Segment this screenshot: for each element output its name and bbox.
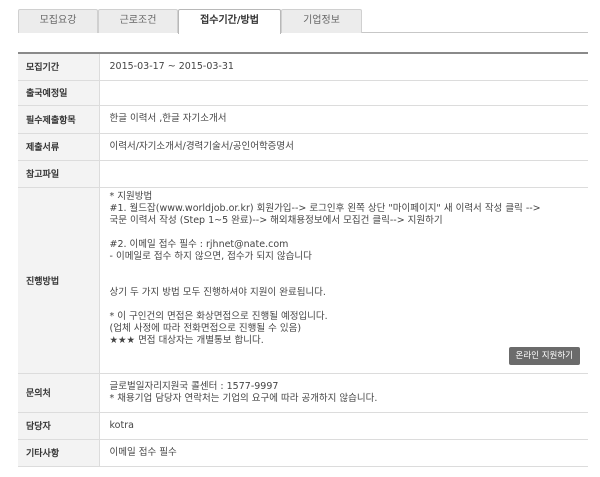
label-departure: 출국예정일 bbox=[18, 80, 100, 106]
row-period: 모집기간 2015-03-17 ~ 2015-03-31 bbox=[18, 53, 588, 81]
process-text: * 지원방법 #1. 월드잡(www.worldjob.or.kr) 회원가입-… bbox=[110, 188, 581, 373]
row-required-items: 필수제출항목 한글 이력서 ,한글 자기소개서 bbox=[18, 105, 588, 134]
row-reference-files: 참고파일 bbox=[18, 160, 588, 188]
contact-line: * 채용기업 담당자 연락처는 기업의 요구에 따라 공개하지 않습니다. bbox=[109, 392, 378, 404]
tab-working-conditions[interactable]: 근로조건 bbox=[98, 9, 178, 33]
label-etc: 기타사항 bbox=[18, 439, 100, 467]
row-documents: 제출서류 이력서/자기소개서/경력기술서/공인어학증명서 bbox=[18, 133, 588, 161]
label-period: 모집기간 bbox=[18, 53, 100, 81]
tab-recruitment[interactable]: 모집요강 bbox=[18, 9, 98, 33]
row-manager: 담당자 kotra bbox=[18, 412, 588, 440]
tab-company-info[interactable]: 기업정보 bbox=[281, 9, 362, 33]
value-manager: kotra bbox=[99, 412, 588, 440]
contact-line: 글로벌일자리지원국 콜센터 : 1577-9997 bbox=[109, 380, 279, 392]
tab-bar: 모집요강 근로조건 접수기간/방법 기업정보 bbox=[18, 9, 588, 34]
process-line bbox=[110, 263, 581, 275]
row-departure: 출국예정일 bbox=[18, 80, 588, 106]
value-period: 2015-03-17 ~ 2015-03-31 bbox=[99, 53, 588, 81]
process-line: ★★★ 면접 대상자는 개별통보 합니다. bbox=[109, 334, 264, 346]
online-apply-button[interactable]: 온라인 지원하기 bbox=[508, 346, 580, 365]
value-departure bbox=[99, 80, 588, 106]
row-etc: 기타사항 이메일 접수 필수 bbox=[18, 439, 588, 467]
process-line: #2. 이메일 접수 필수 : rjhnet@nate.com bbox=[109, 238, 289, 250]
process-line bbox=[110, 275, 581, 287]
row-contact: 문의처 글로벌일자리지원국 콜센터 : 1577-9997 * 채용기업 담당자… bbox=[18, 373, 588, 413]
process-line: (업체 사정에 따라 전화면접으로 진행될 수 있음) bbox=[109, 322, 302, 334]
label-contact: 문의처 bbox=[18, 373, 100, 413]
process-line: 국문 이력서 작성 (Step 1~5 완료)--> 해외채용정보에서 모집건 … bbox=[109, 214, 443, 226]
tab-application-method[interactable]: 접수기간/방법 bbox=[178, 9, 281, 34]
value-process: * 지원방법 #1. 월드잡(www.worldjob.or.kr) 회원가입-… bbox=[99, 187, 588, 374]
label-required-items: 필수제출항목 bbox=[18, 105, 100, 134]
value-reference-files bbox=[99, 160, 588, 188]
label-manager: 담당자 bbox=[18, 412, 100, 440]
value-etc: 이메일 접수 필수 bbox=[99, 439, 588, 467]
application-info-table: 모집기간 2015-03-17 ~ 2015-03-31 출국예정일 필수제출항… bbox=[18, 52, 588, 467]
label-documents: 제출서류 bbox=[18, 133, 100, 161]
value-required-items: 한글 이력서 ,한글 자기소개서 bbox=[99, 105, 588, 134]
process-line: - 이메일로 접수 하지 않으면, 접수가 되지 않습니다 bbox=[109, 250, 312, 262]
value-contact: 글로벌일자리지원국 콜센터 : 1577-9997 * 채용기업 담당자 연락처… bbox=[99, 373, 588, 413]
process-line: * 이 구인건의 면접은 화상면접으로 진행될 예정입니다. bbox=[109, 310, 328, 322]
process-line bbox=[110, 299, 581, 311]
process-line bbox=[110, 227, 581, 239]
value-documents: 이력서/자기소개서/경력기술서/공인어학증명서 bbox=[99, 133, 588, 161]
process-line: 상기 두 가지 방법 모두 진행하셔야 지원이 완료됩니다. bbox=[109, 286, 326, 298]
label-reference-files: 참고파일 bbox=[18, 160, 100, 188]
process-line: #1. 월드잡(www.worldjob.or.kr) 회원가입--> 로그인후… bbox=[109, 202, 541, 214]
row-process: 진행방법 * 지원방법 #1. 월드잡(www.worldjob.or.kr) … bbox=[18, 187, 588, 374]
label-process: 진행방법 bbox=[18, 187, 100, 374]
process-line: * 지원방법 bbox=[109, 190, 153, 202]
